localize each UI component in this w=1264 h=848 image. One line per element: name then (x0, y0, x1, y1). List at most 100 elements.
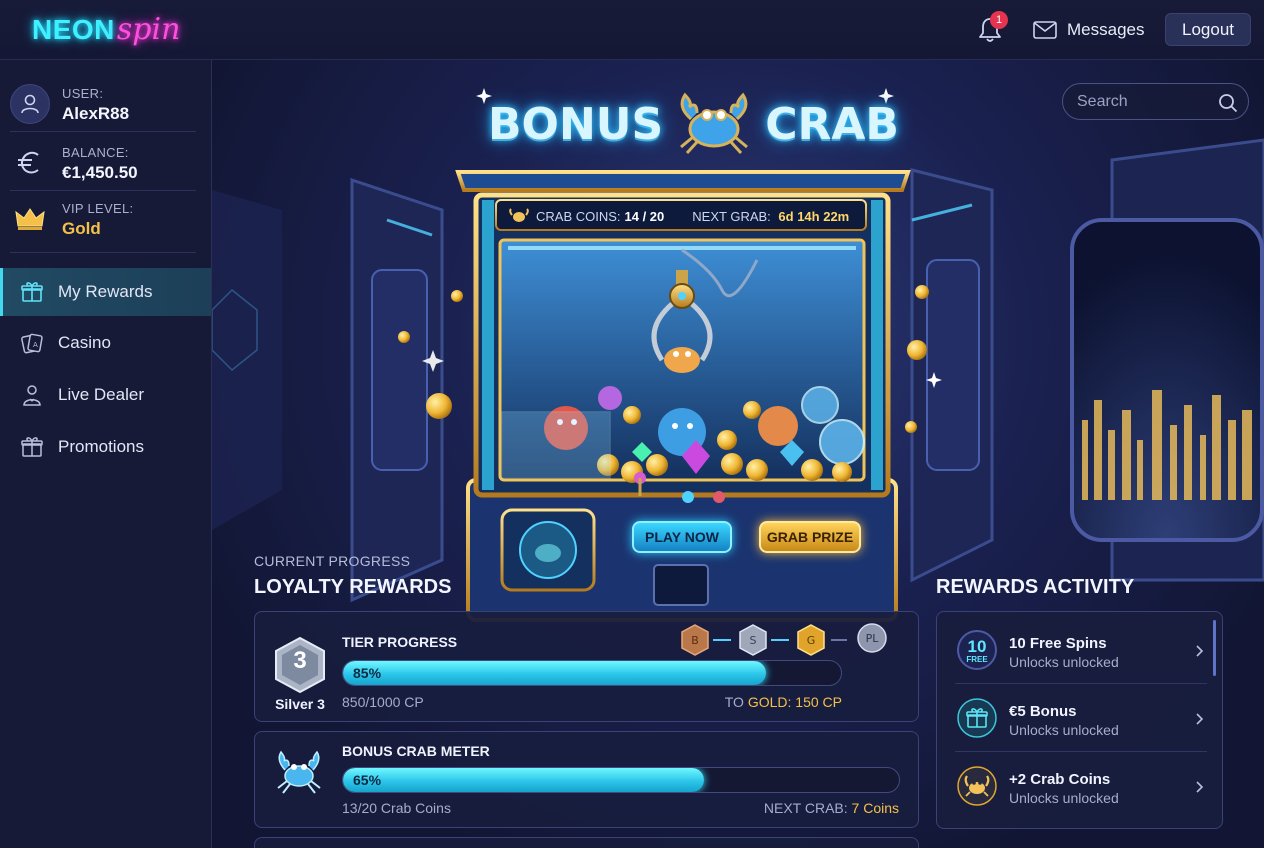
notification-badge: 1 (990, 11, 1008, 29)
brand-logo[interactable]: NEON spin (32, 12, 180, 48)
cards-icon: A (21, 333, 43, 354)
next-grab-value: 6d 14h 22m (778, 208, 850, 224)
rewards-activity-list: 10 FREE 10 Free Spins Unlocks unlocked €… (936, 611, 1223, 829)
tier-progress-percent: 85% (353, 665, 382, 681)
dealer-icon (23, 385, 41, 406)
free-spins-tag: FREE (966, 655, 988, 664)
avatar[interactable] (10, 84, 50, 124)
tier-progress-bar: 85% (342, 660, 842, 686)
list-item[interactable]: €5 Bonus Unlocks unlocked (955, 684, 1207, 752)
vip-label: VIP LEVEL: (62, 201, 134, 216)
section-kicker: CURRENT PROGRESS (254, 553, 411, 569)
coins-value: 14 / 20 (624, 208, 665, 224)
sidebar-item-promotions[interactable]: Promotions (0, 423, 211, 471)
next-crab-value: 7 Coins (851, 800, 899, 816)
activity-status: Unlocks unlocked (1009, 654, 1119, 670)
next-grab: NEXT GRAB: 6d 14h 22m (692, 209, 849, 224)
search-field[interactable] (1062, 83, 1249, 120)
vip-info: VIP LEVEL: Gold (10, 191, 196, 253)
free-spins-icon: 10 FREE (957, 630, 997, 670)
sidebar-item-label: Casino (58, 333, 111, 352)
gift-icon (21, 282, 43, 302)
sidebar-item-label: Promotions (58, 437, 144, 456)
activity-status: Unlocks unlocked (1009, 790, 1119, 806)
blue-crab-icon (277, 750, 321, 794)
crab-icon (680, 92, 749, 155)
loyalty-title: LOYALTY REWARDS (254, 576, 452, 598)
bonus-crab-title: BONUS CRAB (488, 92, 899, 155)
logo-main-text: NEON (32, 14, 115, 45)
next-grab-label: NEXT GRAB: (692, 208, 771, 224)
balance-info: BALANCE: €1,450.50 (10, 135, 196, 191)
crab-stats-bar: CRAB COINS: 14 / 20 NEXT GRAB: 6d 14h 22… (500, 201, 866, 231)
logo-accent-text: spin (116, 12, 181, 47)
sidebar-item-live-dealer[interactable]: Live Dealer (0, 371, 211, 419)
crab-coins-count: 13/20 Crab Coins (342, 800, 451, 816)
tier-progress-fill (343, 661, 767, 685)
search-icon[interactable] (1218, 93, 1238, 113)
gift-icon (957, 698, 997, 738)
crown-icon (15, 208, 45, 230)
crab-meter-percent: 65% (353, 772, 382, 788)
title-right: CRAB (765, 98, 899, 150)
tier-remaining: TO GOLD: 150 CP (725, 694, 842, 710)
coins-label: CRAB COINS: (536, 208, 621, 224)
sidebar-item-casino[interactable]: A Casino (0, 319, 211, 367)
next-crab-prefix: NEXT CRAB: (763, 800, 848, 816)
title-left: BONUS (488, 98, 664, 150)
next-progress-card (254, 837, 919, 848)
chevron-right-icon (1196, 713, 1204, 725)
logout-button[interactable]: Logout (1165, 13, 1251, 46)
list-item[interactable]: +2 Crab Coins Unlocks unlocked (955, 752, 1207, 820)
sidebar-item-label: My Rewards (58, 282, 153, 301)
silver-tier-label: S (750, 634, 757, 647)
play-now-button[interactable]: PLAY NOW (632, 521, 732, 553)
messages-link[interactable]: Messages (1033, 17, 1144, 43)
crab-meter-title: BONUS CRAB METER (342, 743, 490, 759)
user-icon (21, 94, 39, 114)
envelope-icon (1033, 21, 1057, 39)
free-spins-count: 10 (967, 637, 987, 656)
user-info: USER: AlexR88 (10, 76, 196, 132)
small-crab-icon (509, 208, 529, 222)
grab-prize-button[interactable]: GRAB PRIZE (759, 521, 861, 553)
tier-remaining-value: GOLD: 150 CP (747, 694, 842, 710)
gift-box-icon (21, 437, 43, 457)
crab-meter-card: BONUS CRAB METER 65% 13/20 Crab Coins NE… (254, 731, 919, 828)
crab-meter-fill (343, 768, 705, 792)
balance-label: BALANCE: (62, 145, 129, 160)
vip-value: Gold (62, 219, 101, 238)
tier-progress-title: TIER PROGRESS (342, 634, 458, 650)
search-input[interactable] (1077, 92, 1207, 112)
sidebar-item-my-rewards[interactable]: My Rewards (0, 268, 211, 316)
tier-points: 850/1000 CP (342, 694, 424, 710)
chevron-right-icon (1196, 781, 1204, 793)
bronze-tier-label: B (691, 634, 699, 647)
user-label: USER: (62, 86, 104, 101)
tier-badge-number: 3 (293, 647, 307, 674)
gold-tier-label: G (807, 634, 816, 647)
balance-value: €1,450.50 (62, 163, 138, 182)
sidebar: USER: AlexR88 BALANCE: €1,450.50 VIP LEV… (0, 60, 212, 848)
list-item[interactable]: 10 FREE 10 Free Spins Unlocks unlocked (955, 616, 1207, 684)
sidebar-item-label: Live Dealer (58, 385, 144, 404)
next-crab: NEXT CRAB: 7 Coins (764, 800, 899, 816)
messages-label: Messages (1067, 20, 1145, 39)
tier-name: Silver 3 (275, 696, 325, 712)
platinum-tier-label: PL (866, 632, 880, 645)
top-bar: NEON spin 1 Messages Logout (0, 0, 1264, 60)
rewards-activity-title: REWARDS ACTIVITY (936, 576, 1135, 598)
scrollbar[interactable] (1213, 620, 1216, 676)
activity-status: Unlocks unlocked (1009, 722, 1119, 738)
activity-name: +2 Crab Coins (1009, 771, 1111, 788)
tier-remaining-prefix: TO (724, 694, 744, 710)
activity-name: €5 Bonus (1009, 703, 1077, 720)
euro-icon (18, 151, 39, 174)
crab-meter-bar: 65% (342, 767, 900, 793)
chevron-right-icon (1196, 645, 1204, 657)
tier-ladder: B S G PL (681, 623, 887, 656)
username: AlexR88 (62, 104, 130, 123)
activity-name: 10 Free Spins (1009, 635, 1107, 652)
tier-progress-card: 3 Silver 3 TIER PROGRESS B S G PL 85% 85… (254, 611, 919, 722)
crab-coin-icon (957, 766, 997, 806)
